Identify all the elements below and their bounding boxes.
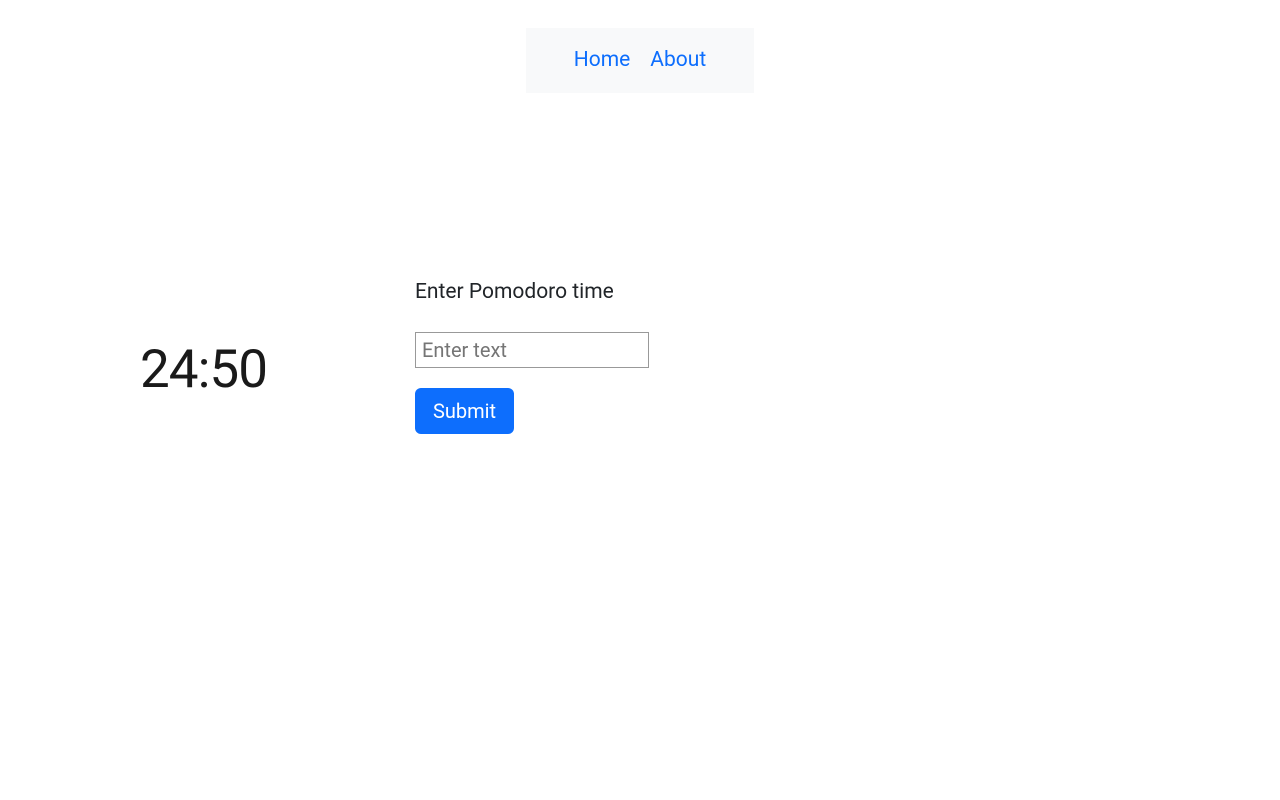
nav-link-about[interactable]: About (650, 46, 706, 75)
pomodoro-form: Enter Pomodoro time Submit (415, 280, 649, 434)
pomodoro-label: Enter Pomodoro time (415, 280, 649, 304)
timer-display: 24:50 (140, 338, 267, 400)
nav-container: Home About (0, 0, 1280, 93)
submit-button[interactable]: Submit (415, 388, 514, 434)
pomodoro-time-input[interactable] (415, 332, 649, 368)
navbar: Home About (526, 28, 754, 93)
nav-link-home[interactable]: Home (574, 46, 631, 75)
